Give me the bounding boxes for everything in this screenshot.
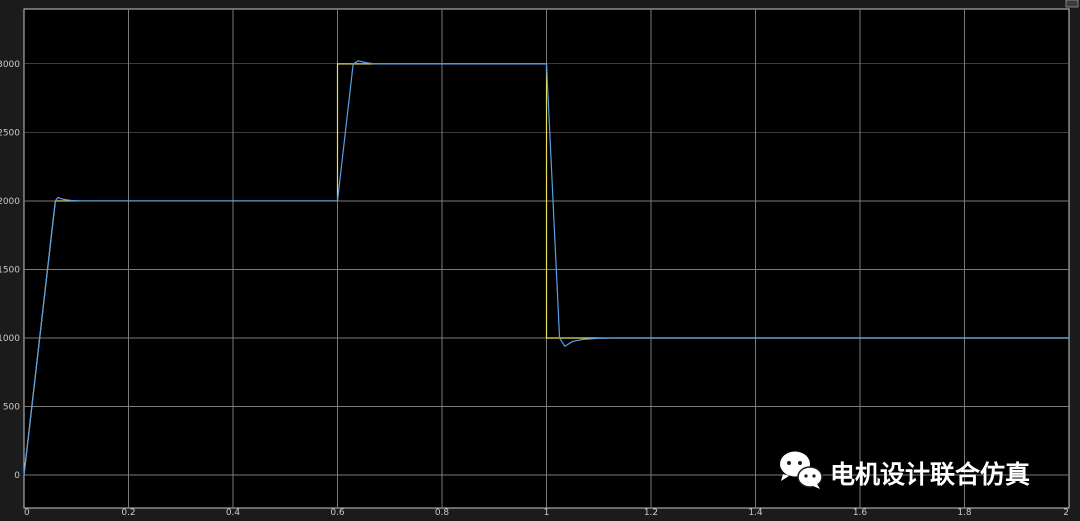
watermark-text: 电机设计联合仿真	[830, 460, 1030, 489]
scope-plot: 0 0.2 0.4 0.6 0.8 1 1.2 1.4 1.6 1.8 2 0 500 1000 1500…	[0, 0, 1079, 518]
y-tick-label: 500	[3, 403, 20, 413]
corner-expand-button[interactable]	[1065, 0, 1079, 8]
x-tick-label: 1.4	[748, 508, 763, 518]
x-tick-label: 1.6	[853, 508, 868, 518]
y-tick-label: 2000	[0, 197, 20, 207]
y-axis: 0 500 1000 1500 2000 2500 3000	[0, 60, 20, 481]
y-tick-label: 2500	[0, 128, 20, 138]
y-tick-label: 0	[14, 471, 20, 481]
x-tick-label: 0.6	[330, 508, 345, 518]
y-tick-label: 1000	[0, 334, 20, 344]
x-tick-label: 0	[24, 508, 30, 518]
x-tick-label: 0.4	[226, 508, 241, 518]
scope-window: 0 0.2 0.4 0.6 0.8 1 1.2 1.4 1.6 1.8 2 0 500 1000 1500…	[0, 0, 1080, 521]
y-tick-label: 1500	[0, 265, 20, 275]
x-tick-label: 1.8	[957, 508, 972, 518]
x-tick-label: 0.2	[121, 508, 135, 518]
x-tick-label: 2	[1063, 508, 1069, 518]
y-tick-label: 3000	[0, 60, 20, 70]
x-tick-label: 0.8	[435, 508, 450, 518]
x-axis: 0 0.2 0.4 0.6 0.8 1 1.2 1.4 1.6 1.8 2	[24, 508, 1069, 518]
x-tick-label: 1	[544, 508, 550, 518]
x-tick-label: 1.2	[644, 508, 658, 518]
